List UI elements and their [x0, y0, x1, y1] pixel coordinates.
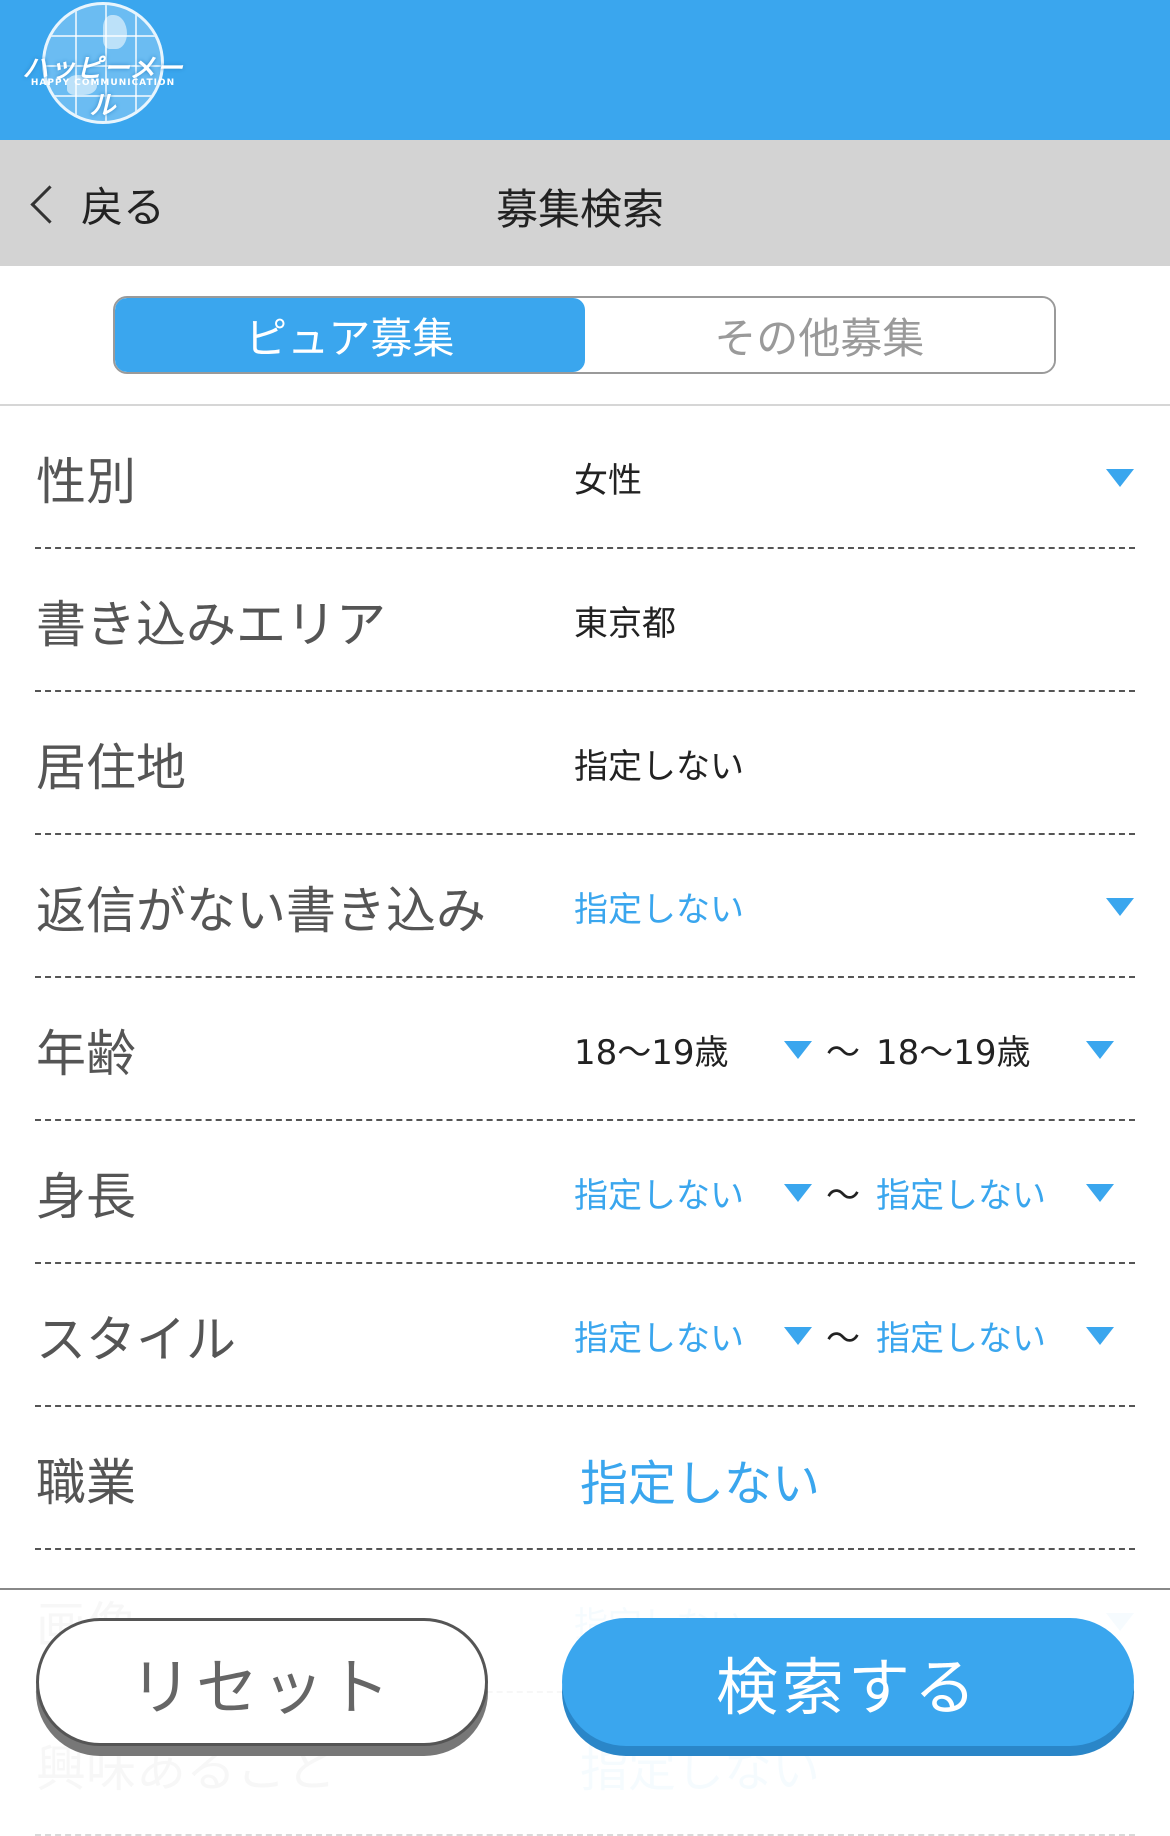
navigation-bar: 戻る 募集検索 [0, 140, 1170, 266]
field-height[interactable]: 身長 指定しない 〜 指定しない [0, 1121, 1170, 1264]
recruit-type-tabs: ピュア募集 その他募集 [113, 296, 1056, 374]
logo-subtitle: HAPPY COMMUNICATION [30, 78, 176, 88]
field-label: 職業 [36, 1453, 136, 1512]
height-to-select[interactable]: 指定しない [876, 1121, 1046, 1264]
height-from-select[interactable]: 指定しない [574, 1121, 744, 1264]
field-label: スタイル [36, 1310, 236, 1369]
age-to-select[interactable]: 18〜19歳 [876, 978, 1031, 1121]
app-header: ハッピーメール HAPPY COMMUNICATION [0, 0, 1170, 140]
field-no-reply[interactable]: 返信がない書き込み 指定しない [0, 835, 1170, 978]
range-separator: 〜 [826, 1033, 860, 1073]
tab-pure-recruit[interactable]: ピュア募集 [115, 298, 585, 372]
gender-select[interactable]: 女性 [574, 406, 642, 549]
field-label: 身長 [36, 1167, 136, 1226]
field-label: 書き込みエリア [36, 595, 386, 654]
field-label: 居住地 [36, 738, 186, 797]
field-label: 性別 [36, 452, 136, 511]
dropdown-arrow-icon[interactable] [1086, 1327, 1114, 1345]
range-separator: 〜 [826, 1319, 860, 1359]
range-separator: 〜 [826, 1176, 860, 1216]
field-residence[interactable]: 居住地 指定しない [0, 692, 1170, 835]
dropdown-arrow-icon[interactable] [784, 1041, 812, 1059]
style-from-select[interactable]: 指定しない [574, 1264, 744, 1407]
reset-button[interactable]: リセット [36, 1618, 488, 1746]
no-reply-select[interactable]: 指定しない [574, 835, 744, 978]
field-occupation[interactable]: 職業 指定しない [0, 1407, 1170, 1550]
dropdown-arrow-icon[interactable] [784, 1327, 812, 1345]
field-age[interactable]: 年齢 18〜19歳 〜 18〜19歳 [0, 978, 1170, 1121]
field-style[interactable]: スタイル 指定しない 〜 指定しない [0, 1264, 1170, 1407]
dropdown-arrow-icon[interactable] [1106, 469, 1134, 487]
field-post-area[interactable]: 書き込みエリア 東京都 [0, 549, 1170, 692]
occupation-value[interactable]: 指定しない [580, 1407, 820, 1550]
style-to-select[interactable]: 指定しない [876, 1264, 1046, 1407]
residence-value[interactable]: 指定しない [574, 692, 744, 835]
post-area-value[interactable]: 東京都 [574, 549, 676, 692]
dropdown-arrow-icon[interactable] [1086, 1184, 1114, 1202]
field-label: 返信がない書き込み [36, 881, 486, 940]
tab-other-recruit[interactable]: その他募集 [584, 298, 1054, 372]
dropdown-arrow-icon[interactable] [784, 1184, 812, 1202]
page-title: 募集検索 [495, 185, 664, 234]
age-from-select[interactable]: 18〜19歳 [574, 978, 729, 1121]
dropdown-arrow-icon[interactable] [1086, 1041, 1114, 1059]
action-bar: リセット 検索する [0, 1588, 1170, 1791]
search-button[interactable]: 検索する [562, 1618, 1134, 1746]
dropdown-arrow-icon[interactable] [1106, 898, 1134, 916]
happymail-logo[interactable]: ハッピーメール HAPPY COMMUNICATION [18, 2, 188, 126]
field-label: 年齢 [36, 1024, 136, 1083]
field-gender[interactable]: 性別 女性 [0, 406, 1170, 549]
